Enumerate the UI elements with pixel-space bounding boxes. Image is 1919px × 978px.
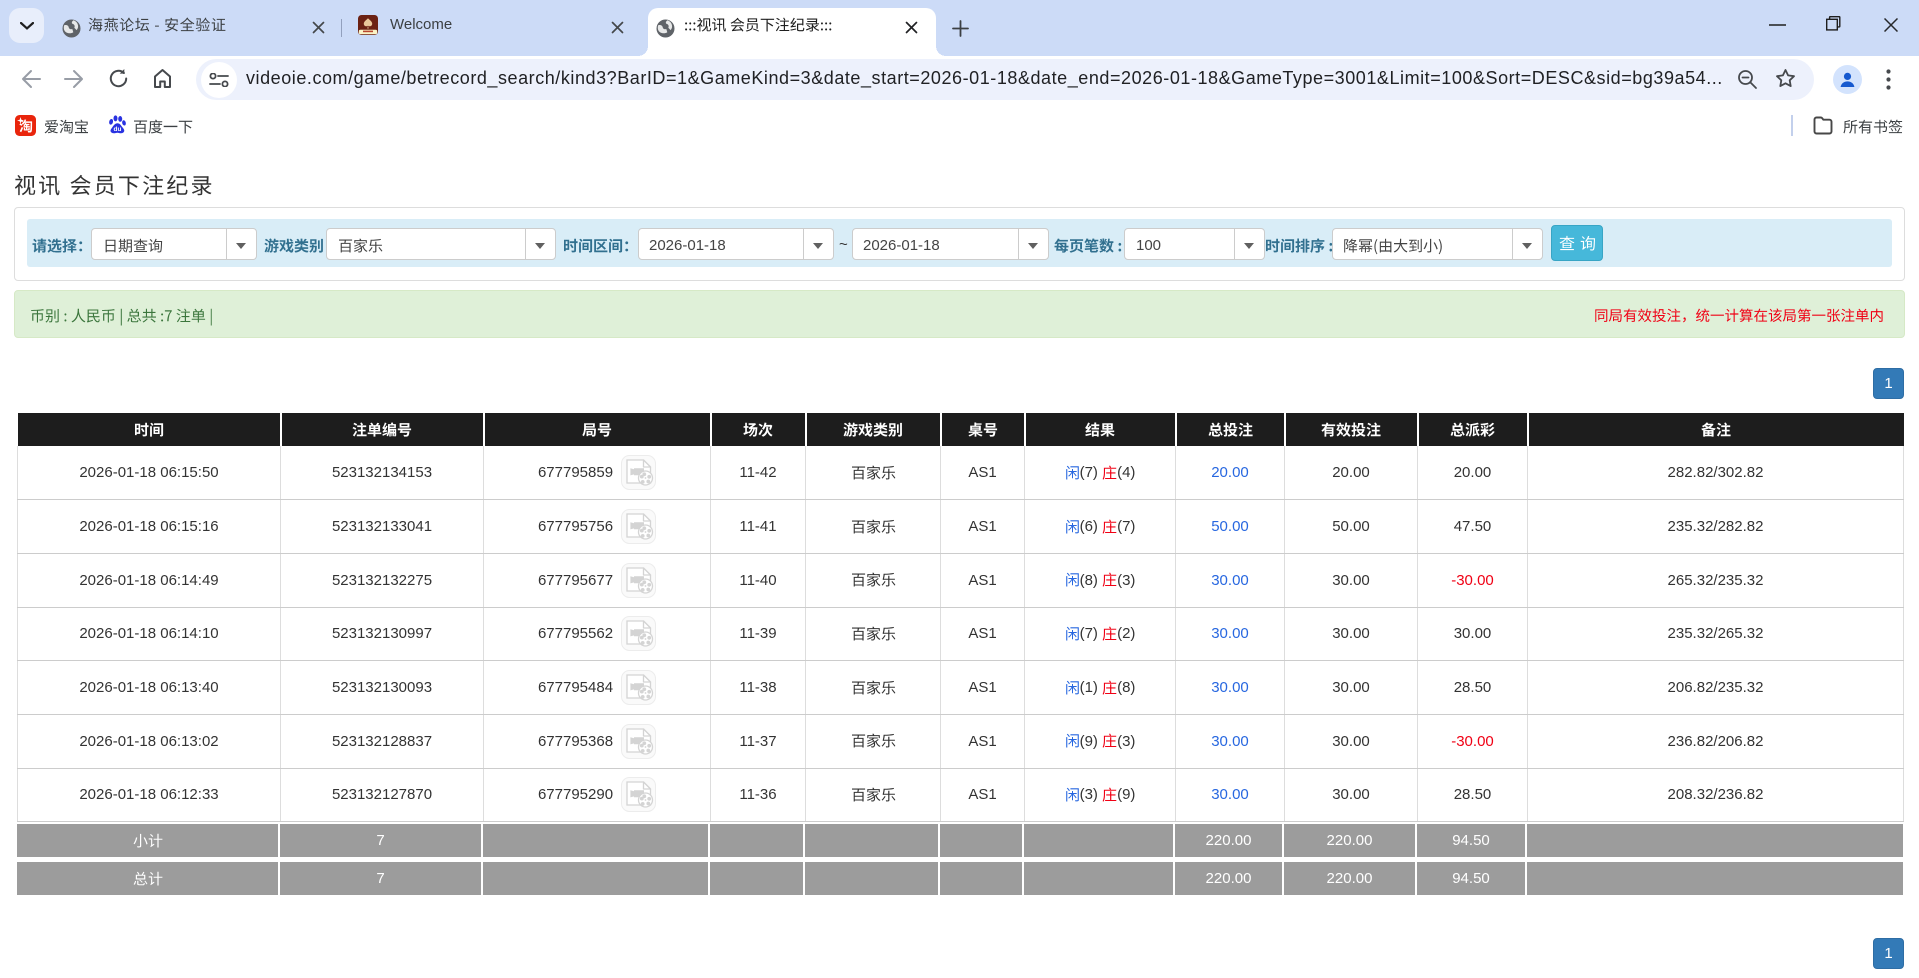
svg-text:du: du bbox=[114, 126, 122, 133]
